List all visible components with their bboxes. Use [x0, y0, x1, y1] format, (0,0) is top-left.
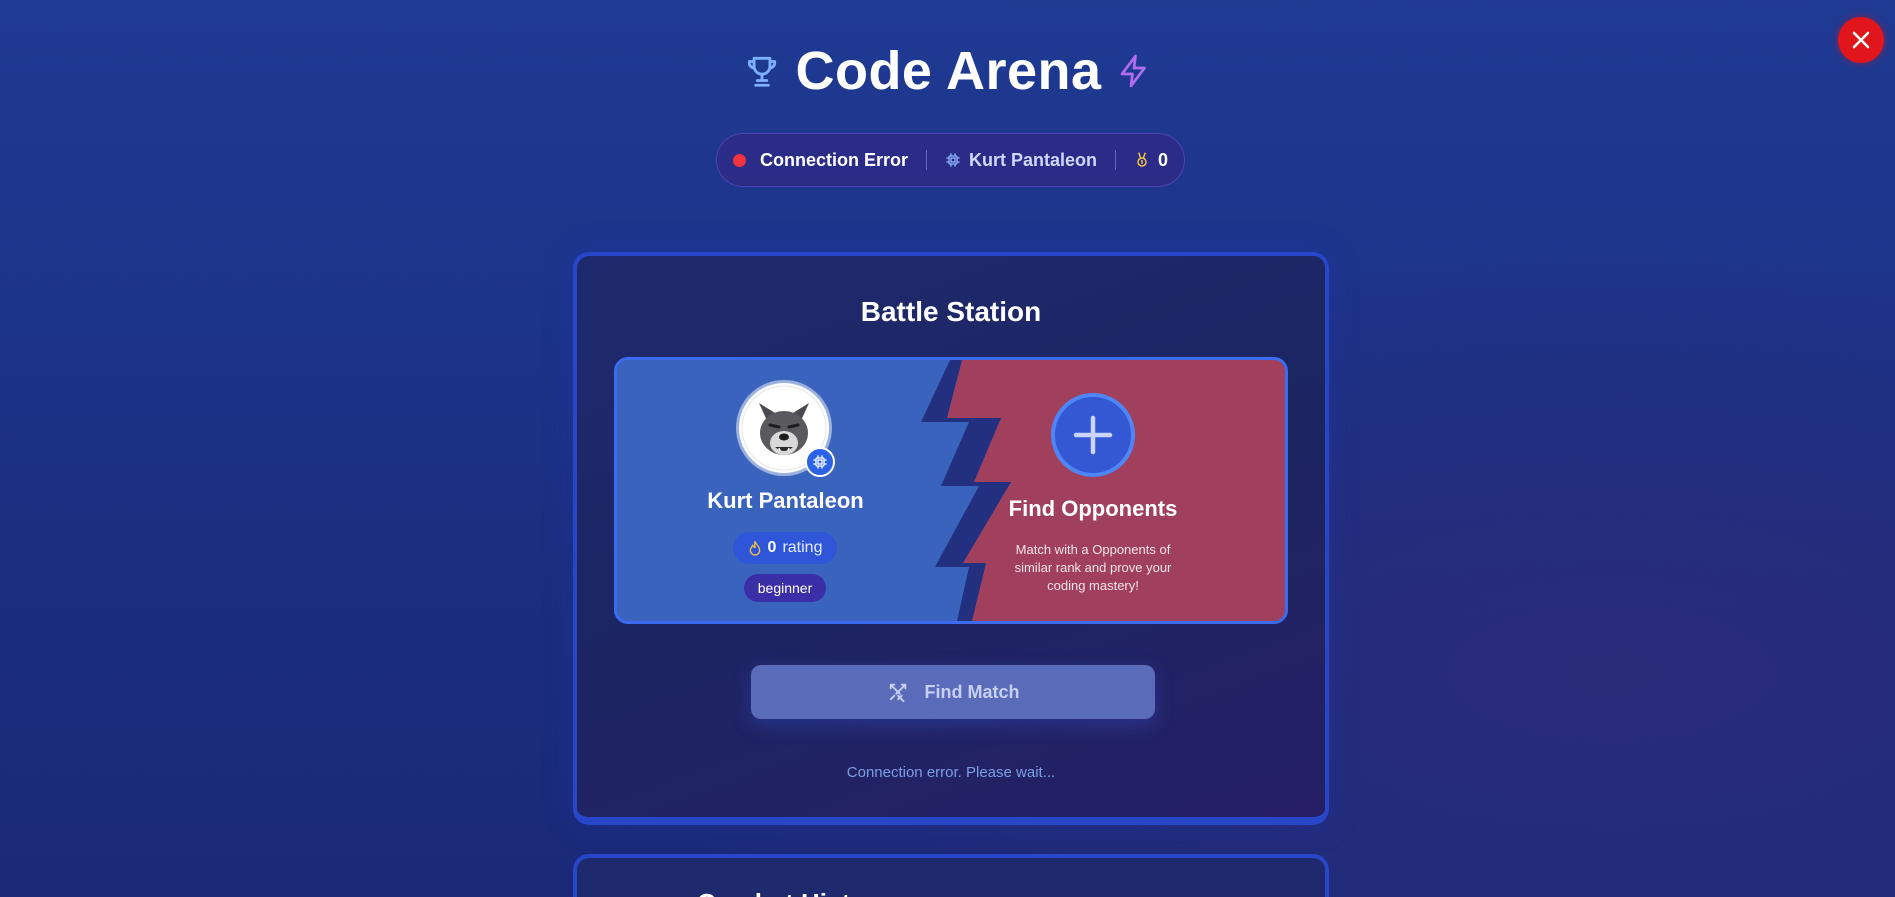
status-bar: Connection Error Kurt Pantaleon 0: [716, 133, 1185, 187]
verified-badge: [805, 447, 835, 477]
versus-panel: Kurt Pantaleon 0 rating beginner Find Op…: [614, 357, 1288, 624]
opponent-panel: Find Opponents Match with a Opponents of…: [957, 360, 1285, 621]
battle-station-title: Battle Station: [860, 296, 1042, 327]
lightning-icon: [1120, 54, 1146, 88]
rank-badge: beginner: [744, 574, 826, 602]
find-match-button[interactable]: Find Match: [751, 665, 1155, 719]
find-opponents-title: Find Opponents: [1008, 496, 1178, 521]
connection-status-text: Connection Error: [759, 149, 908, 170]
rating-badge: 0 rating: [733, 532, 837, 564]
connection-status-message: Connection error. Please wait...: [846, 764, 1056, 781]
rating-label: rating: [782, 539, 823, 556]
crossed-swords-icon: [889, 683, 906, 703]
status-score: 0: [1134, 150, 1168, 171]
app-header: Code Arena: [0, 40, 1895, 102]
chip-icon: [946, 153, 960, 167]
plus-icon: [1073, 415, 1113, 455]
flame-icon: [749, 540, 760, 556]
rating-value: 0: [767, 539, 777, 556]
status-user: Kurt Pantaleon: [945, 150, 1097, 171]
divider: [925, 150, 927, 170]
combat-history-title: Combat History: [697, 888, 891, 897]
trophy-icon: [748, 56, 777, 87]
add-opponent-button[interactable]: [1051, 393, 1135, 477]
avatar: [739, 383, 835, 477]
chip-icon: [813, 455, 827, 469]
find-match-label: Find Match: [924, 681, 1020, 702]
player-name: Kurt Pantaleon: [707, 488, 864, 513]
status-username: Kurt Pantaleon: [968, 149, 1097, 170]
divider: [1115, 150, 1116, 170]
connection-status-dot: [732, 153, 746, 167]
battle-station-card: Battle Station Kurt Pantaleon 0 rating b…: [573, 252, 1329, 825]
app-title: Code Arena: [795, 41, 1102, 101]
combat-history-card: Combat History: [573, 854, 1329, 897]
score-value: 0: [1158, 149, 1169, 170]
player-panel: Kurt Pantaleon 0 rating beginner: [617, 360, 957, 621]
find-opponents-description: Match with a Opponents of similar rank a…: [1014, 542, 1172, 593]
medal-icon: [1137, 152, 1147, 167]
